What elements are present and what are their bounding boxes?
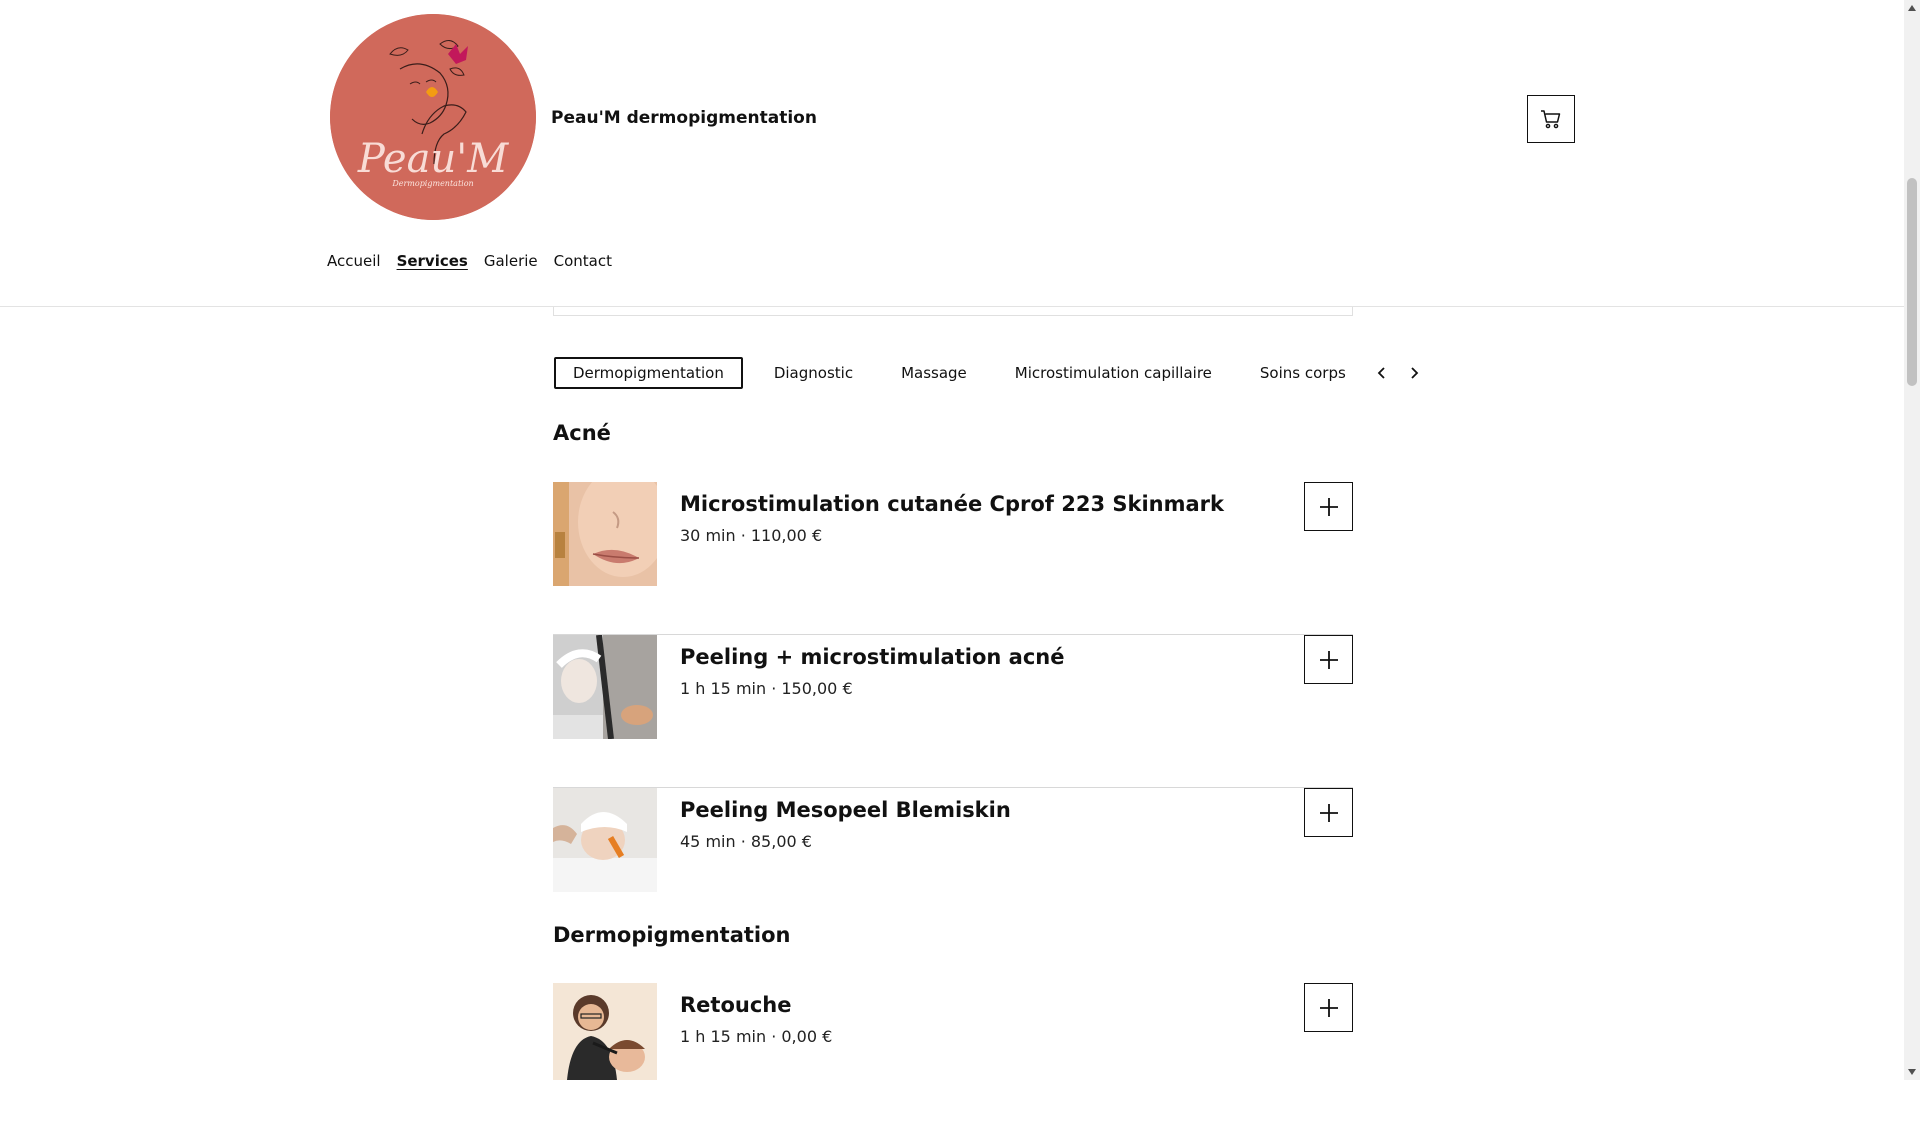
chevron-left-icon — [1377, 367, 1385, 379]
section-title-acne: Acné — [553, 421, 611, 445]
nav-accueil[interactable]: Accueil — [327, 252, 381, 270]
scroll-down-arrow[interactable] — [1904, 1064, 1920, 1080]
section-title-dermopigmentation: Dermopigmentation — [553, 923, 791, 947]
search-field-edge — [553, 306, 1353, 316]
page-scrollbar[interactable] — [1904, 0, 1920, 1080]
service-duration-price: 30 min · 110,00 € — [680, 526, 823, 545]
service-thumbnail — [553, 983, 657, 1080]
add-service-button[interactable] — [1304, 983, 1353, 1032]
add-service-button[interactable] — [1304, 482, 1353, 531]
service-item[interactable]: Peeling + microstimulation acné 1 h 15 m… — [553, 635, 1353, 788]
service-item[interactable]: Peeling Mesopeel Blemiskin 45 min · 85,0… — [553, 788, 1353, 940]
logo-illustration: Peau'M Dermopigmentation — [330, 14, 536, 220]
triangle-down-icon — [1908, 1069, 1916, 1075]
service-name[interactable]: Peeling Mesopeel Blemiskin — [680, 798, 1011, 822]
tab-microstimulation-capillaire[interactable]: Microstimulation capillaire — [998, 357, 1229, 389]
service-name[interactable]: Microstimulation cutanée Cprof 223 Skinm… — [680, 492, 1224, 516]
add-service-button[interactable] — [1304, 788, 1353, 837]
service-duration-price: 1 h 15 min · 150,00 € — [680, 679, 853, 698]
plus-icon — [1319, 998, 1338, 1017]
plus-icon — [1319, 650, 1338, 669]
add-service-button[interactable] — [1304, 635, 1353, 684]
chevron-right-icon — [1411, 367, 1419, 379]
tabs-next-button[interactable] — [1403, 357, 1425, 389]
category-tabs: Dermopigmentation Diagnostic Massage Mic… — [554, 357, 1425, 389]
service-name[interactable]: Retouche — [680, 993, 791, 1017]
shopping-cart-icon — [1541, 110, 1561, 129]
brand-logo[interactable]: Peau'M Dermopigmentation — [330, 14, 536, 220]
service-duration-price: 1 h 15 min · 0,00 € — [680, 1027, 833, 1046]
service-item[interactable]: Retouche 1 h 15 min · 0,00 € — [553, 983, 1353, 1135]
triangle-up-icon — [1908, 5, 1916, 11]
service-thumbnail — [553, 482, 657, 586]
nav-services[interactable]: Services — [397, 252, 468, 270]
nav-contact[interactable]: Contact — [554, 252, 612, 270]
cart-button[interactable] — [1527, 95, 1575, 143]
service-thumbnail — [553, 788, 657, 892]
plus-icon — [1319, 497, 1338, 516]
brand-name[interactable]: Peau'M dermopigmentation — [551, 108, 817, 128]
tab-massage[interactable]: Massage — [884, 357, 984, 389]
site-header: Peau'M Dermopigmentation Peau'M dermopig… — [0, 0, 1904, 307]
nav-galerie[interactable]: Galerie — [484, 252, 538, 270]
tab-soins-corps[interactable]: Soins corps — [1243, 357, 1363, 389]
scrollbar-thumb[interactable] — [1907, 178, 1917, 386]
service-thumbnail — [553, 635, 657, 739]
plus-icon — [1319, 803, 1338, 822]
service-name[interactable]: Peeling + microstimulation acné — [680, 645, 1064, 669]
tab-diagnostic[interactable]: Diagnostic — [757, 357, 870, 389]
svg-text:Peau'M: Peau'M — [357, 136, 509, 182]
tabs-prev-button[interactable] — [1371, 357, 1393, 389]
service-item[interactable]: Microstimulation cutanée Cprof 223 Skinm… — [553, 482, 1353, 635]
service-duration-price: 45 min · 85,00 € — [680, 832, 812, 851]
scroll-up-arrow[interactable] — [1904, 0, 1920, 16]
tab-dermopigmentation[interactable]: Dermopigmentation — [554, 357, 743, 389]
svg-text:Dermopigmentation: Dermopigmentation — [391, 179, 473, 188]
main-nav: Accueil Services Galerie Contact — [327, 252, 612, 270]
